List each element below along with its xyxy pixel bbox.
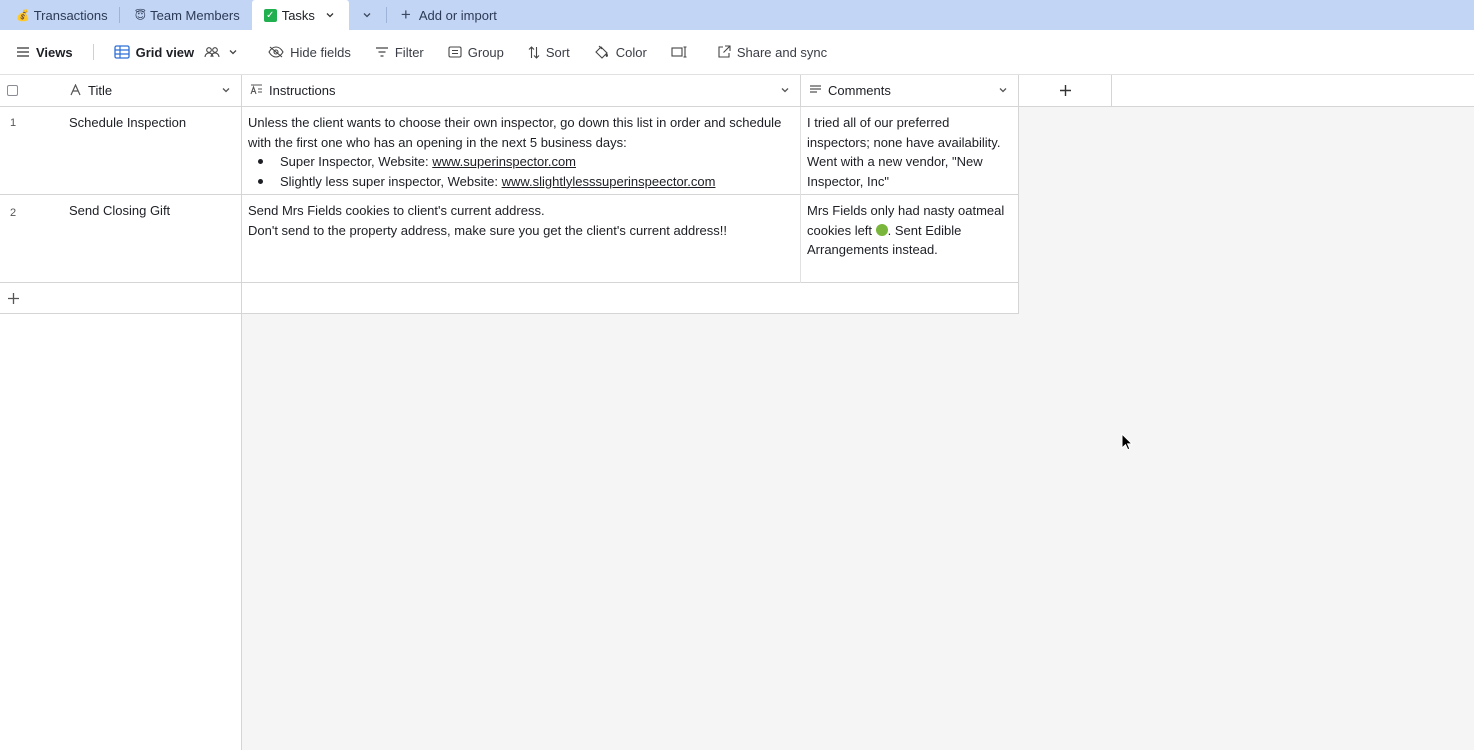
sort-icon [528, 45, 540, 59]
check-mark-icon: ✓ [263, 8, 277, 22]
chevron-down-icon[interactable] [325, 10, 335, 20]
add-or-import-label: Add or import [418, 7, 497, 23]
slightlylesssuperinspector-link[interactable]: www.slightlylesssuperinspeector.com [502, 174, 716, 189]
nauseated-face-icon [875, 223, 888, 236]
color-label: Color [615, 44, 647, 60]
hide-fields-label: Hide fields [290, 44, 351, 60]
chevron-down-icon[interactable] [221, 85, 231, 95]
select-all-checkbox[interactable] [7, 85, 18, 96]
tab-team-members[interactable]: 😇 Team Members [119, 0, 252, 30]
column-label: Title [88, 83, 113, 98]
tab-transactions[interactable]: 💰 Transactions [0, 0, 120, 30]
plus-icon: + [400, 5, 411, 24]
group-button[interactable]: Group [448, 45, 504, 60]
collaborators-icon [204, 47, 220, 58]
row-number: 1 [10, 117, 17, 129]
grid-view-button[interactable]: Grid view [113, 44, 245, 60]
list-item: Slightly less super inspector, Website: … [258, 172, 794, 192]
list-item: Super Inspector, Website: www.superinspe… [258, 152, 794, 172]
group-icon [448, 46, 462, 58]
instructions-line: Send Mrs Fields cookies to client's curr… [248, 203, 545, 218]
sort-button[interactable]: Sort [528, 45, 570, 60]
title-cell[interactable]: Send Closing Gift [69, 201, 170, 221]
more-tables-button[interactable] [349, 7, 387, 23]
column-divider [800, 195, 801, 283]
chevron-down-icon[interactable] [780, 85, 790, 95]
filter-icon [375, 47, 388, 57]
column-divider [800, 107, 801, 195]
table-row[interactable]: 1 Schedule Inspection Unless the client … [0, 107, 1019, 195]
color-button[interactable]: Color [594, 45, 647, 60]
inspector-list: Super Inspector, Website: www.superinspe… [248, 152, 794, 191]
tab-label: Tasks [281, 7, 315, 23]
superinspector-link[interactable]: www.superinspector.com [432, 154, 576, 169]
share-and-sync-label: Share and sync [736, 44, 828, 60]
chevron-down-icon[interactable] [998, 85, 1008, 95]
text-field-icon [70, 83, 81, 99]
column-header-title[interactable]: Title [0, 75, 242, 107]
tab-label: Team Members [150, 7, 240, 23]
instructions-line: Don't send to the property address, make… [248, 222, 727, 238]
mouse-cursor-icon [1121, 433, 1133, 451]
column-divider [241, 195, 242, 283]
sort-label: Sort [545, 44, 570, 60]
grid-icon [113, 45, 130, 59]
grid-view-label: Grid view [135, 44, 195, 60]
comments-cell[interactable]: I tried all of our preferred inspectors;… [807, 113, 1013, 191]
plus-icon[interactable] [7, 292, 20, 305]
list-item-text: Super Inspector, Website: [280, 154, 433, 169]
list-item-text: Slightly less super inspector, Website: [280, 173, 502, 189]
column-label: Comments [828, 83, 891, 98]
row-number: 2 [10, 207, 17, 219]
share-and-sync-button[interactable]: Share and sync [717, 45, 827, 60]
row-height-button[interactable] [671, 46, 693, 58]
chevron-down-icon [229, 50, 237, 55]
table-row[interactable]: 2 Send Closing Gift Send Mrs Fields cook… [0, 195, 1019, 283]
table-tab-bar: 💰 Transactions 😇 Team Members ✓ Tasks + … [0, 0, 1474, 30]
paint-bucket-icon [594, 45, 608, 59]
money-bag-icon: 💰 [16, 9, 30, 22]
toolbar-divider [92, 44, 94, 60]
share-icon [718, 45, 731, 58]
column-divider [241, 107, 242, 195]
plus-icon [1059, 85, 1071, 96]
tab-label: Transactions [33, 7, 108, 23]
smiling-face-icon: 😇 [134, 9, 147, 22]
row-height-icon [671, 46, 687, 58]
instructions-cell[interactable]: Send Mrs Fields cookies to client's curr… [248, 201, 794, 240]
tab-tasks[interactable]: ✓ Tasks [251, 0, 349, 30]
menu-icon [17, 47, 29, 57]
chevron-down-icon [363, 13, 371, 18]
views-label: Views [36, 44, 73, 60]
hide-fields-button[interactable]: Hide fields [268, 45, 351, 60]
group-label: Group [467, 44, 504, 60]
instructions-cell[interactable]: Unless the client wants to choose their … [248, 113, 794, 191]
long-text-icon [809, 84, 822, 98]
title-cell[interactable]: Schedule Inspection [69, 113, 186, 133]
column-header-instructions[interactable]: Instructions [242, 75, 801, 107]
views-button[interactable]: Views [16, 45, 73, 60]
comments-cell[interactable]: Mrs Fields only had nasty oatmeal cookie… [807, 201, 1013, 260]
instructions-text: Unless the client wants to choose their … [248, 115, 782, 150]
add-or-import-button[interactable]: + Add or import [387, 0, 509, 30]
column-header-comments[interactable]: Comments [801, 75, 1019, 107]
eye-slash-icon [268, 46, 284, 58]
header-filler [1112, 75, 1474, 107]
add-field-button[interactable] [1019, 75, 1112, 107]
long-text-icon [250, 83, 263, 98]
view-toolbar: Views Grid view Hide fields Filter Group… [0, 30, 1474, 75]
column-label: Instructions [269, 83, 336, 98]
add-row-bar[interactable] [0, 283, 1019, 314]
filter-label: Filter [394, 44, 424, 60]
column-divider [241, 283, 242, 314]
filter-button[interactable]: Filter [375, 45, 424, 60]
